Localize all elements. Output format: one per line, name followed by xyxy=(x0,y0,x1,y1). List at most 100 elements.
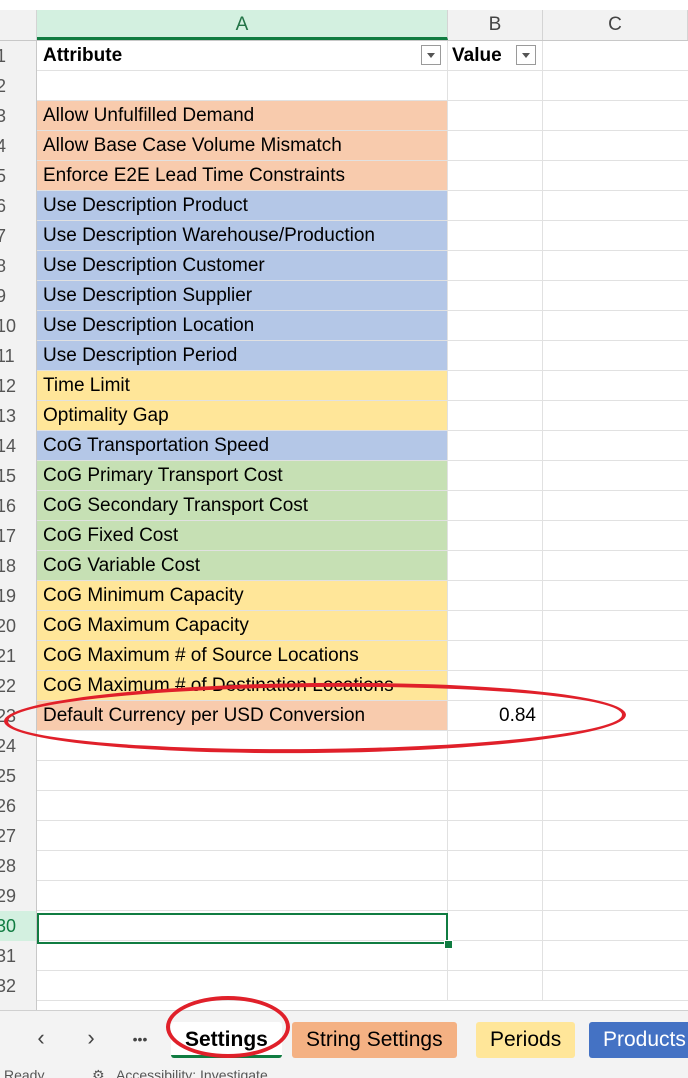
row-number[interactable]: 5 xyxy=(0,161,36,191)
row-number[interactable]: 6 xyxy=(0,191,36,221)
value-cell[interactable] xyxy=(448,551,543,580)
status-accessibility[interactable]: Accessibility: Investigate xyxy=(116,1068,268,1078)
attribute-cell[interactable]: Use Description Product xyxy=(37,191,448,220)
attribute-cell[interactable]: Default Currency per USD Conversion xyxy=(37,701,448,730)
attribute-cell[interactable]: CoG Primary Transport Cost xyxy=(37,461,448,490)
empty-cell[interactable] xyxy=(543,461,688,490)
row-number[interactable]: 27 xyxy=(0,821,36,851)
value-cell[interactable] xyxy=(448,851,543,880)
attribute-cell[interactable] xyxy=(37,821,448,850)
accessibility-icon[interactable]: ⚙ xyxy=(92,1068,105,1078)
attribute-cell[interactable]: Optimality Gap xyxy=(37,401,448,430)
attribute-cell[interactable]: Use Description Customer xyxy=(37,251,448,280)
empty-cell[interactable] xyxy=(543,251,688,280)
empty-cell[interactable] xyxy=(543,671,688,700)
value-cell[interactable] xyxy=(448,731,543,760)
empty-cell[interactable] xyxy=(543,881,688,910)
empty-cell[interactable] xyxy=(543,731,688,760)
attribute-cell[interactable] xyxy=(37,881,448,910)
value-cell[interactable] xyxy=(448,821,543,850)
value-cell[interactable] xyxy=(448,461,543,490)
attribute-cell[interactable]: Allow Base Case Volume Mismatch xyxy=(37,131,448,160)
spreadsheet-grid[interactable]: A B C 1 23456789101112131415161718192021… xyxy=(0,0,688,1010)
value-cell[interactable] xyxy=(448,791,543,820)
attribute-cell[interactable]: Use Description Period xyxy=(37,341,448,370)
filter-dropdown-icon[interactable] xyxy=(421,45,441,65)
value-cell[interactable] xyxy=(448,611,543,640)
empty-cell[interactable] xyxy=(543,971,688,1000)
row-number[interactable]: 20 xyxy=(0,611,36,641)
attribute-cell[interactable]: Use Description Supplier xyxy=(37,281,448,310)
attribute-cell[interactable]: Allow Unfulfilled Demand xyxy=(37,101,448,130)
value-cell[interactable] xyxy=(448,641,543,670)
more-icon[interactable]: ••• xyxy=(125,1031,155,1047)
row-number[interactable]: 24 xyxy=(0,731,36,761)
row-number[interactable]: 32 xyxy=(0,971,36,1001)
tab-periods[interactable]: Periods xyxy=(476,1022,576,1058)
empty-cell[interactable] xyxy=(543,641,688,670)
filter-dropdown-icon[interactable] xyxy=(516,45,536,65)
attribute-header-cell[interactable]: Attribute xyxy=(37,41,448,70)
attribute-cell[interactable]: Enforce E2E Lead Time Constraints xyxy=(37,161,448,190)
attribute-cell[interactable]: Time Limit xyxy=(37,371,448,400)
row-number[interactable]: 3 xyxy=(0,101,36,131)
value-cell[interactable] xyxy=(448,671,543,700)
empty-cell[interactable] xyxy=(543,311,688,340)
empty-cell[interactable] xyxy=(543,281,688,310)
row-number[interactable]: 29 xyxy=(0,881,36,911)
attribute-cell[interactable]: CoG Variable Cost xyxy=(37,551,448,580)
tab-string-settings[interactable]: String Settings xyxy=(292,1022,457,1058)
empty-cell[interactable] xyxy=(543,221,688,250)
row-number[interactable]: 13 xyxy=(0,401,36,431)
chevron-left-icon[interactable]: ‹ xyxy=(26,1025,56,1051)
empty-cell[interactable] xyxy=(543,701,688,730)
empty-cell[interactable] xyxy=(543,401,688,430)
value-cell[interactable] xyxy=(448,581,543,610)
row-number[interactable]: 26 xyxy=(0,791,36,821)
value-cell[interactable] xyxy=(448,251,543,280)
empty-cell[interactable] xyxy=(543,521,688,550)
fill-handle[interactable] xyxy=(444,940,453,949)
empty-cell[interactable] xyxy=(543,341,688,370)
value-cell[interactable] xyxy=(448,311,543,340)
row-number[interactable]: 31 xyxy=(0,941,36,971)
value-cell[interactable] xyxy=(448,911,543,940)
empty-cell[interactable] xyxy=(543,101,688,130)
empty-cell[interactable] xyxy=(543,191,688,220)
row-number[interactable]: 16 xyxy=(0,491,36,521)
row-number[interactable]: 9 xyxy=(0,281,36,311)
active-cell-selection[interactable] xyxy=(37,913,448,944)
empty-cell[interactable] xyxy=(543,371,688,400)
empty-cell[interactable] xyxy=(543,71,688,100)
value-header-cell[interactable]: Value xyxy=(448,41,543,70)
column-header-a[interactable]: A xyxy=(37,10,448,40)
empty-cell[interactable] xyxy=(543,761,688,790)
row-number[interactable]: 10 xyxy=(0,311,36,341)
empty-cell[interactable] xyxy=(543,131,688,160)
attribute-cell[interactable] xyxy=(37,851,448,880)
attribute-cell[interactable]: CoG Maximum # of Destination Locations xyxy=(37,671,448,700)
attribute-cell[interactable] xyxy=(37,971,448,1000)
empty-cell[interactable] xyxy=(543,431,688,460)
attribute-cell[interactable]: Use Description Location xyxy=(37,311,448,340)
value-cell[interactable] xyxy=(448,521,543,550)
value-cell[interactable] xyxy=(448,881,543,910)
empty-cell[interactable] xyxy=(543,581,688,610)
value-cell[interactable] xyxy=(448,971,543,1000)
attribute-cell[interactable]: Use Description Warehouse/Production xyxy=(37,221,448,250)
value-cell[interactable] xyxy=(448,221,543,250)
row-number[interactable]: 30 xyxy=(0,911,36,941)
attribute-cell[interactable]: CoG Secondary Transport Cost xyxy=(37,491,448,520)
attribute-cell[interactable] xyxy=(37,941,448,970)
chevron-right-icon[interactable]: › xyxy=(76,1025,106,1051)
row-number[interactable]: 12 xyxy=(0,371,36,401)
attribute-cell[interactable]: CoG Fixed Cost xyxy=(37,521,448,550)
value-cell[interactable] xyxy=(448,341,543,370)
value-cell[interactable] xyxy=(448,941,543,970)
row-number[interactable]: 23 xyxy=(0,701,36,731)
value-cell[interactable] xyxy=(448,101,543,130)
row-number[interactable]: 22 xyxy=(0,671,36,701)
row-number[interactable]: 21 xyxy=(0,641,36,671)
empty-cell[interactable] xyxy=(543,551,688,580)
row-number[interactable]: 4 xyxy=(0,131,36,161)
